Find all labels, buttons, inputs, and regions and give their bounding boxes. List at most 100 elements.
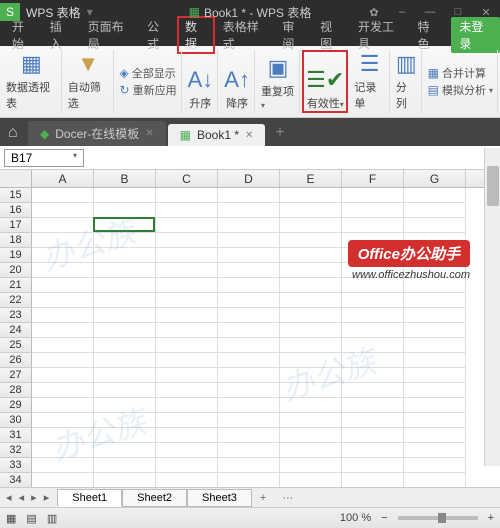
view-normal-icon[interactable]: ▦ [6, 512, 16, 525]
cell-C20[interactable] [156, 263, 218, 278]
cell-B28[interactable] [94, 383, 156, 398]
row-header-33[interactable]: 33 [0, 458, 32, 473]
cell-G24[interactable] [404, 323, 466, 338]
cell-G18[interactable] [404, 233, 466, 248]
cell-C17[interactable] [156, 218, 218, 233]
cell-G31[interactable] [404, 428, 466, 443]
row-header-23[interactable]: 23 [0, 308, 32, 323]
cell-A23[interactable] [32, 308, 94, 323]
view-page-icon[interactable]: ▤ [26, 512, 36, 525]
cell-G33[interactable] [404, 458, 466, 473]
cell-F17[interactable] [342, 218, 404, 233]
tab-book1[interactable]: ▦ Book1 * ✕ [168, 124, 266, 146]
cell-G23[interactable] [404, 308, 466, 323]
sheet-tab-Sheet3[interactable]: Sheet3 [187, 489, 252, 507]
autofilter-button[interactable]: ▼ 自动筛选 [64, 50, 114, 113]
cell-F32[interactable] [342, 443, 404, 458]
reapply-button[interactable]: ↻重新应用 [120, 82, 177, 98]
cell-A19[interactable] [32, 248, 94, 263]
cell-A22[interactable] [32, 293, 94, 308]
cell-C29[interactable] [156, 398, 218, 413]
cell-D23[interactable] [218, 308, 280, 323]
cell-E20[interactable] [280, 263, 342, 278]
cell-F19[interactable] [342, 248, 404, 263]
cell-C26[interactable] [156, 353, 218, 368]
vertical-scrollbar[interactable] [484, 148, 500, 466]
whatif-button[interactable]: ▤模拟分析▾ [428, 82, 493, 98]
login-button[interactable]: 未登录 [451, 17, 500, 53]
cell-G28[interactable] [404, 383, 466, 398]
cell-A27[interactable] [32, 368, 94, 383]
cell-C15[interactable] [156, 188, 218, 203]
cell-E32[interactable] [280, 443, 342, 458]
col-header-G[interactable]: G [404, 170, 466, 187]
row-header-25[interactable]: 25 [0, 338, 32, 353]
cell-C33[interactable] [156, 458, 218, 473]
cell-E17[interactable] [280, 218, 342, 233]
cell-B19[interactable] [94, 248, 156, 263]
highlight-duplicates-button[interactable]: ▣ 重复项▾ [257, 50, 300, 113]
row-header-15[interactable]: 15 [0, 188, 32, 203]
cell-F29[interactable] [342, 398, 404, 413]
col-header-E[interactable]: E [280, 170, 342, 187]
row-header-29[interactable]: 29 [0, 398, 32, 413]
cell-C16[interactable] [156, 203, 218, 218]
cell-E21[interactable] [280, 278, 342, 293]
cell-A28[interactable] [32, 383, 94, 398]
menu-审阅[interactable]: 审阅 [274, 16, 312, 54]
tab-docer[interactable]: ◆ Docer-在线模板 ✕ [28, 121, 166, 146]
cell-B27[interactable] [94, 368, 156, 383]
cell-D29[interactable] [218, 398, 280, 413]
cell-B18[interactable] [94, 233, 156, 248]
cell-B30[interactable] [94, 413, 156, 428]
cell-D21[interactable] [218, 278, 280, 293]
show-all-button[interactable]: ◈全部显示 [120, 65, 177, 81]
cell-D30[interactable] [218, 413, 280, 428]
cell-A26[interactable] [32, 353, 94, 368]
row-header-27[interactable]: 27 [0, 368, 32, 383]
cell-D31[interactable] [218, 428, 280, 443]
cell-G27[interactable] [404, 368, 466, 383]
cell-E23[interactable] [280, 308, 342, 323]
cell-C28[interactable] [156, 383, 218, 398]
select-all-corner[interactable] [0, 170, 32, 187]
cell-F16[interactable] [342, 203, 404, 218]
cell-F26[interactable] [342, 353, 404, 368]
cell-F25[interactable] [342, 338, 404, 353]
cell-A24[interactable] [32, 323, 94, 338]
menu-特色[interactable]: 特色 [410, 16, 448, 54]
cell-E22[interactable] [280, 293, 342, 308]
data-validity-button[interactable]: ☰✔ 有效性▾ [302, 50, 348, 113]
cell-E15[interactable] [280, 188, 342, 203]
cell-A18[interactable] [32, 233, 94, 248]
cell-D22[interactable] [218, 293, 280, 308]
cell-C32[interactable] [156, 443, 218, 458]
menu-视图[interactable]: 视图 [312, 16, 350, 54]
cell-E29[interactable] [280, 398, 342, 413]
sheet-more-button[interactable]: ··· [274, 490, 301, 506]
cell-A21[interactable] [32, 278, 94, 293]
cell-B25[interactable] [94, 338, 156, 353]
cell-B16[interactable] [94, 203, 156, 218]
cell-A25[interactable] [32, 338, 94, 353]
row-header-20[interactable]: 20 [0, 263, 32, 278]
row-header-16[interactable]: 16 [0, 203, 32, 218]
cell-C19[interactable] [156, 248, 218, 263]
menu-数据[interactable]: 数据 [177, 16, 215, 54]
cell-F18[interactable] [342, 233, 404, 248]
cell-A32[interactable] [32, 443, 94, 458]
row-header-28[interactable]: 28 [0, 383, 32, 398]
cell-E28[interactable] [280, 383, 342, 398]
cell-A34[interactable] [32, 473, 94, 488]
cell-B22[interactable] [94, 293, 156, 308]
cell-C30[interactable] [156, 413, 218, 428]
cell-B26[interactable] [94, 353, 156, 368]
view-layout-icon[interactable]: ▥ [47, 512, 57, 525]
col-header-D[interactable]: D [218, 170, 280, 187]
cell-B32[interactable] [94, 443, 156, 458]
cell-D33[interactable] [218, 458, 280, 473]
cell-F31[interactable] [342, 428, 404, 443]
cell-C18[interactable] [156, 233, 218, 248]
home-icon[interactable]: ⌂ [4, 120, 22, 146]
row-header-32[interactable]: 32 [0, 443, 32, 458]
